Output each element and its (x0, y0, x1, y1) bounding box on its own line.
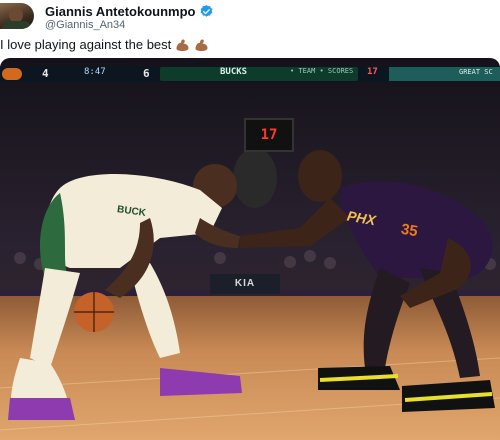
tweet-photo[interactable]: 4 8:47 6 BUCKS • TEAM • SCORES 17 GREAT … (0, 58, 500, 440)
basketball-scene-image (0, 58, 500, 440)
scorebug-right-label: GREAT SC (459, 68, 493, 76)
avatar[interactable] (0, 3, 34, 29)
author-name-row[interactable]: Giannis Antetokounmpo (45, 4, 214, 19)
scorebug-right-panel: GREAT SC (389, 67, 500, 81)
scorebug-banner-label: BUCKS (220, 67, 248, 77)
tweet-text-row: I love playing against the best (0, 37, 209, 52)
scorebug: 4 8:47 6 BUCKS • TEAM • SCORES 17 GREAT … (0, 66, 500, 82)
scorebug-clock: 8:47 (84, 67, 106, 77)
right-jersey-number: 35 (399, 220, 420, 241)
tweet-header: Giannis Antetokounmpo @Giannis_An34 I lo… (0, 0, 500, 56)
flexed-biceps-icon (195, 39, 208, 51)
scorebug-team-logo-icon (2, 68, 22, 80)
avatar-shirt (2, 21, 32, 29)
tweet-text: I love playing against the best (0, 37, 172, 52)
flexed-biceps-icon (176, 39, 189, 51)
author-handle[interactable]: @Giannis_An34 (45, 19, 125, 31)
author-name[interactable]: Giannis Antetokounmpo (45, 4, 195, 19)
scorebug-right-score: 6 (143, 67, 150, 80)
arena-sign: KIA (210, 274, 280, 294)
verified-badge-icon (201, 4, 213, 17)
scorebug-left-score: 4 (42, 67, 49, 80)
shot-clock: 17 (244, 118, 294, 152)
scorebug-banner-info: • TEAM • SCORES (290, 67, 354, 75)
scorebug-red-number: 17 (367, 67, 378, 77)
scorebug-banner: BUCKS • TEAM • SCORES (160, 67, 358, 81)
